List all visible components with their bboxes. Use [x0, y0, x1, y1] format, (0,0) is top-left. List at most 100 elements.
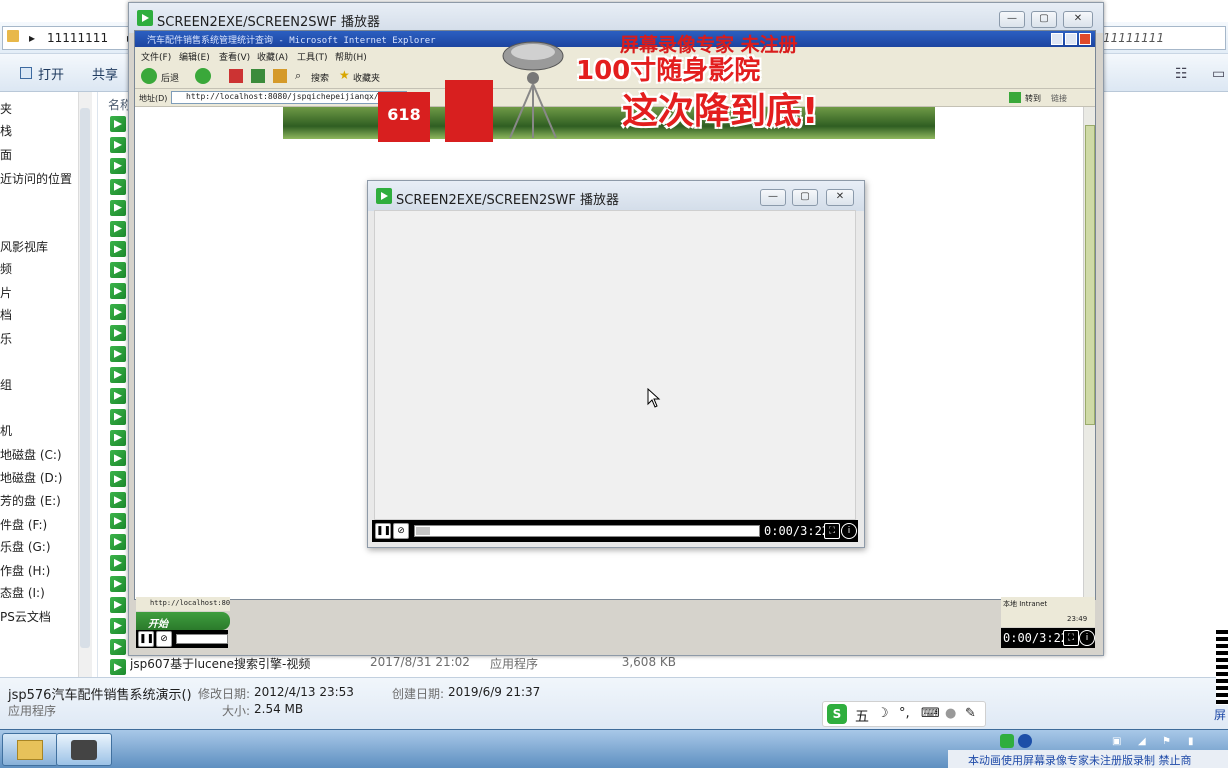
- recorded-seek-bar[interactable]: [176, 634, 228, 644]
- preview-pane-icon[interactable]: ▭: [1212, 66, 1225, 82]
- taskbar-player-button[interactable]: [56, 733, 112, 766]
- ie-menu-view[interactable]: 查看(V): [219, 50, 250, 63]
- nav-item[interactable]: 件盘 (F:): [0, 516, 47, 533]
- wrench-icon[interactable]: ✎: [965, 706, 976, 721]
- nav-scrollbar-thumb[interactable]: [80, 108, 90, 648]
- created-label: 创建日期:: [392, 687, 445, 701]
- ie-menu-tools[interactable]: 工具(T): [297, 50, 328, 63]
- ie-menu-file[interactable]: 文件(F): [141, 50, 171, 63]
- nav-item[interactable]: 态盘 (I:): [0, 584, 45, 601]
- tray-flag-icon[interactable]: ⚑: [1162, 736, 1171, 747]
- ie-back-icon[interactable]: [141, 68, 157, 84]
- player-main-time: 0:00/3:22: [1003, 631, 1069, 645]
- fullscreen-icon[interactable]: ⛶: [1063, 630, 1079, 646]
- recorded-zone-label: 本地 Intranet: [1003, 600, 1048, 608]
- ie-favorites-label[interactable]: 收藏夹: [353, 71, 380, 84]
- ie-forward-icon[interactable]: [195, 68, 211, 84]
- ie-back-label[interactable]: 后退: [161, 71, 179, 84]
- nav-item[interactable]: 组: [0, 376, 12, 393]
- player-small-seek-thumb[interactable]: [416, 527, 430, 535]
- ie-address-input[interactable]: http://localhost:8080/jspqichepeijianqx/…: [171, 91, 407, 104]
- small-stop-icon[interactable]: ⊘: [393, 523, 409, 539]
- small-close-button[interactable]: ✕: [826, 189, 854, 206]
- punctuation-icon[interactable]: °,: [899, 706, 910, 721]
- ie-stop-icon[interactable]: [229, 69, 243, 83]
- file-app-icon: [110, 575, 126, 592]
- view-icon[interactable]: ☷: [1175, 66, 1188, 82]
- keyboard-icon[interactable]: ⌨: [921, 706, 940, 721]
- close-button[interactable]: ✕: [1063, 11, 1093, 28]
- nav-item[interactable]: 频: [0, 260, 12, 277]
- user-icon[interactable]: ●: [945, 706, 956, 721]
- nav-item[interactable]: 机: [0, 422, 12, 439]
- nav-item[interactable]: 地磁盘 (D:): [0, 469, 62, 486]
- ie-minimize-button[interactable]: [1051, 33, 1063, 45]
- small-info-icon[interactable]: i: [841, 523, 857, 539]
- ie-home-icon[interactable]: [273, 69, 287, 83]
- small-maximize-button[interactable]: ▢: [792, 189, 818, 206]
- info-icon[interactable]: i: [1079, 630, 1095, 646]
- tray-volume-icon[interactable]: ◢: [1138, 736, 1146, 747]
- nav-item[interactable]: 乐: [0, 330, 12, 347]
- moon-icon[interactable]: ☽: [877, 706, 889, 721]
- ie-search-icon[interactable]: ⌕: [295, 69, 301, 83]
- tray-network-icon[interactable]: ▣: [1112, 736, 1121, 747]
- minimize-button[interactable]: —: [999, 11, 1025, 28]
- ie-search-label[interactable]: 搜索: [311, 71, 329, 84]
- nav-item[interactable]: 档: [0, 306, 12, 323]
- taskbar-explorer-button[interactable]: [2, 733, 58, 766]
- nav-item[interactable]: 夹: [0, 100, 12, 117]
- ad-gift-box: [445, 80, 493, 142]
- sogou-logo-icon[interactable]: S: [827, 704, 847, 724]
- nav-item[interactable]: 地磁盘 (C:): [0, 446, 62, 463]
- share-button[interactable]: 共享: [92, 64, 118, 83]
- ie-favorites-icon[interactable]: ★: [339, 68, 350, 82]
- ie-status-url: http://localhost:8080/: [150, 599, 230, 607]
- ie-links-label[interactable]: 链接: [1051, 93, 1067, 104]
- nav-item[interactable]: 乐盘 (G:): [0, 538, 51, 555]
- nav-item[interactable]: 片: [0, 284, 12, 301]
- nav-item[interactable]: 近访问的位置: [0, 170, 72, 187]
- tray-power-icon[interactable]: ▮: [1188, 736, 1194, 747]
- file-app-icon: [110, 199, 126, 216]
- ie-close-button[interactable]: [1079, 33, 1091, 45]
- search-box[interactable]: 11111111: [1100, 26, 1226, 50]
- player-small-seek-bar[interactable]: [414, 525, 760, 537]
- details-pane: jsp576汽车配件销售系统演示() 修改日期: 2012/4/13 23:53…: [0, 677, 1228, 729]
- projector-icon: [71, 740, 97, 760]
- tray-sogou-icon[interactable]: [1000, 734, 1014, 748]
- ie-menu-favorites[interactable]: 收藏(A): [257, 50, 288, 63]
- player-small-video-area[interactable]: [374, 210, 856, 520]
- player-small-titlebar[interactable]: SCREEN2EXE/SCREEN2SWF 播放器 — ▢ ✕: [368, 181, 864, 211]
- player-main-titlebar[interactable]: SCREEN2EXE/SCREEN2SWF 播放器 — ▢ ✕: [129, 3, 1103, 33]
- file-app-icon: [110, 659, 126, 676]
- ie-go-icon[interactable]: [1009, 92, 1021, 103]
- small-pause-icon[interactable]: ❚❚: [375, 523, 391, 539]
- ime-toolbar[interactable]: S 五 ☽ °, ⌨ ● ✎: [822, 701, 986, 727]
- tray-help-icon[interactable]: [1018, 734, 1032, 748]
- nav-item[interactable]: 作盘 (H:): [0, 562, 50, 579]
- small-minimize-button[interactable]: —: [760, 189, 786, 206]
- small-fullscreen-icon[interactable]: ⛶: [824, 523, 840, 539]
- file-app-icon: [110, 304, 126, 321]
- qr-code-strip: [1216, 630, 1228, 705]
- nav-item[interactable]: PS云文档: [0, 608, 51, 625]
- nav-item[interactable]: 面: [0, 146, 12, 163]
- ime-mode-label[interactable]: 五: [855, 706, 869, 726]
- ie-scrollbar-thumb[interactable]: [1085, 125, 1095, 425]
- nav-item[interactable]: 芳的盘 (E:): [0, 492, 61, 509]
- ie-refresh-icon[interactable]: [251, 69, 265, 83]
- ie-go-label[interactable]: 转到: [1025, 93, 1041, 104]
- file-app-icon: [110, 554, 126, 571]
- stop-icon[interactable]: ⊘: [156, 631, 172, 647]
- player-main-title: SCREEN2EXE/SCREEN2SWF 播放器: [157, 15, 380, 30]
- maximize-button[interactable]: ▢: [1031, 11, 1057, 28]
- open-button[interactable]: 打开: [38, 64, 64, 83]
- nav-item[interactable]: 风影视库: [0, 238, 48, 255]
- file-app-icon: [110, 450, 126, 467]
- ie-menu-edit[interactable]: 编辑(E): [179, 50, 210, 63]
- ie-menu-help[interactable]: 帮助(H): [335, 50, 367, 63]
- pause-icon[interactable]: ❚❚: [138, 631, 154, 647]
- nav-item[interactable]: 栈: [0, 122, 12, 139]
- ie-maximize-button[interactable]: [1065, 33, 1077, 45]
